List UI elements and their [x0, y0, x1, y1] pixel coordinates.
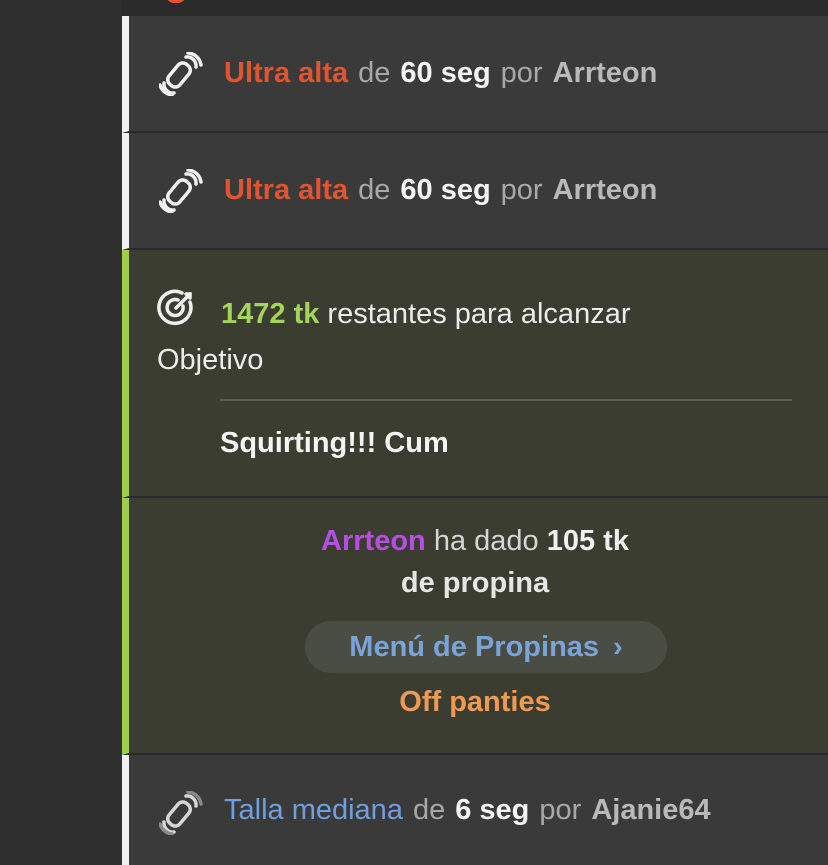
vibe-event-row: Talla mediana de 6 seg por Ajanie64: [122, 755, 828, 865]
tip-amount: 105 tk: [546, 525, 629, 557]
vibe-username[interactable]: Ajanie64: [591, 794, 710, 827]
vibe-duration: 6 seg: [455, 793, 530, 826]
vibe-duration: 60 seg: [400, 174, 491, 206]
vibe-event-text: Ultra alta de 60 seg por Arrteon: [224, 16, 657, 131]
vibe-connector-por: por: [500, 57, 543, 89]
vibe-event-text: Talla mediana de 6 seg por Ajanie64: [224, 755, 711, 865]
goal-name: Squirting!!! Cum: [220, 427, 449, 459]
vibe-event-text: Ultra alta de 60 seg por Arrteon: [224, 133, 657, 248]
tip-menu-label: Menú de Propinas: [349, 630, 600, 663]
vibration-wave-icon: [159, 52, 203, 96]
vibe-connector-de: de: [358, 57, 391, 89]
tip-menu-button[interactable]: Menú de Propinas ›: [305, 621, 667, 673]
chat-feed[interactable]: Ultra alta de 60 seg por Arrteon Ultra alta d…: [122, 0, 828, 865]
previous-message-strip: [122, 0, 828, 16]
vibe-duration: 60 seg: [400, 57, 491, 89]
tipper-username[interactable]: Arrteon: [321, 525, 426, 557]
tip-suffix: de propina: [400, 567, 550, 599]
goal-event-row: 1472 tk restantes para alcanzar Objetivo…: [122, 250, 828, 498]
tip-text: Arrteon ha dado 105 tk: [122, 525, 828, 558]
vibe-event-row: Ultra alta de 60 seg por Arrteon: [122, 133, 828, 250]
vibe-username[interactable]: Arrteon: [553, 174, 658, 207]
goal-progress-text: 1472 tk restantes para alcanzar Objetivo: [157, 291, 717, 383]
goal-divider: [220, 399, 792, 401]
previous-message-fragment: [166, 0, 186, 3]
vibe-connector-por: por: [500, 174, 543, 206]
tip-action: ha dado: [433, 525, 539, 557]
chevron-right-icon: ›: [613, 630, 623, 663]
vibe-connector-de: de: [412, 793, 446, 826]
vibe-level: Ultra alta: [224, 174, 349, 206]
vibration-wave-icon: [159, 169, 203, 213]
vibe-event-row: Ultra alta de 60 seg por Arrteon: [122, 16, 828, 133]
vibe-level: Ultra alta: [224, 57, 349, 89]
vibe-level: Talla mediana: [224, 793, 403, 826]
left-rail: [0, 0, 122, 865]
vibe-connector-de: de: [358, 174, 391, 206]
goal-remaining-tokens: 1472 tk: [221, 298, 320, 330]
vibe-connector-por: por: [539, 793, 582, 826]
vibe-username[interactable]: Arrteon: [553, 57, 658, 90]
vibration-wave-icon: [159, 791, 203, 835]
tip-menu-item: Off panties: [399, 686, 551, 718]
